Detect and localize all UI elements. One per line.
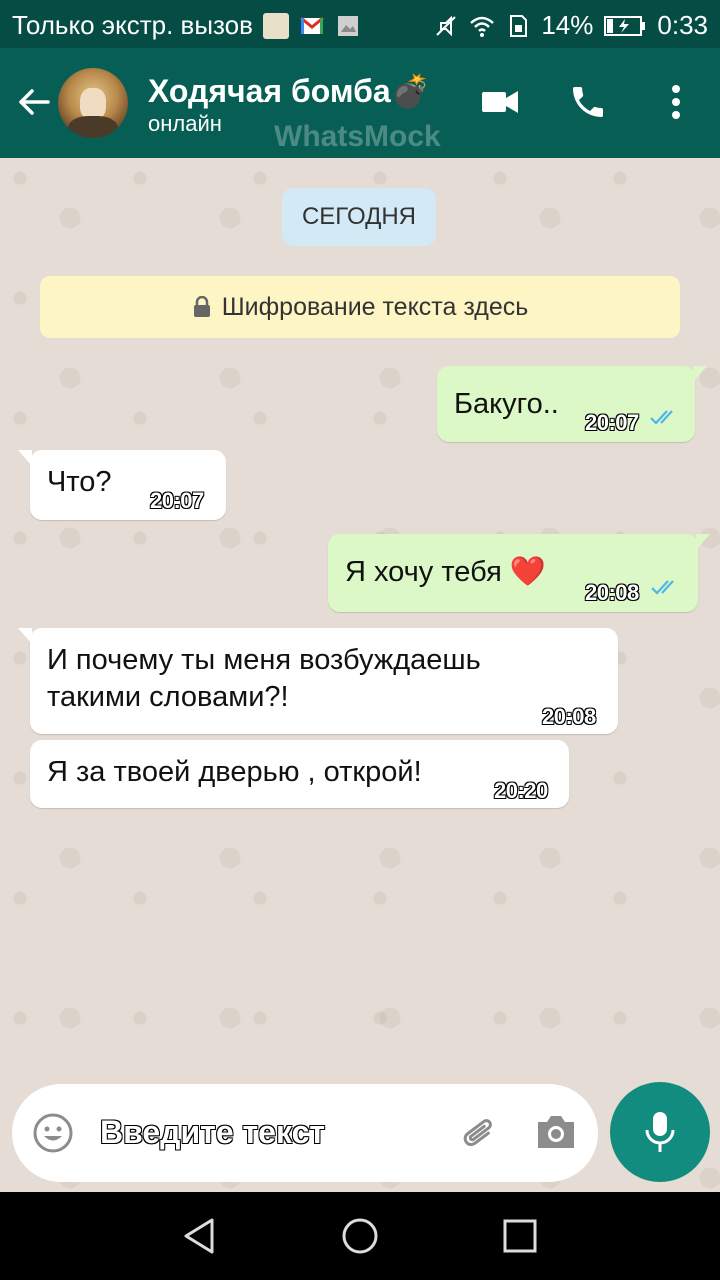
contact-status: онлайн [148, 111, 222, 136]
back-arrow-icon[interactable] [14, 82, 54, 122]
message-input-placeholder: Введите текст [100, 1114, 326, 1150]
gallery-icon [337, 15, 358, 36]
battery-percent: 14% [541, 10, 594, 40]
nav-home-icon[interactable] [340, 1216, 380, 1256]
watermark: WhatsMock [274, 120, 441, 153]
message-text: Что? [47, 466, 112, 498]
message-text: Бакуго.. [454, 388, 559, 420]
mute-icon [436, 15, 457, 36]
message-text: Я за твоей дверью , открой! [47, 756, 422, 788]
sim-icon [510, 14, 528, 37]
avatar[interactable] [58, 68, 128, 138]
attach-icon[interactable] [454, 1110, 498, 1156]
message-time: 20:08 [542, 704, 596, 729]
mic-icon [645, 1112, 675, 1152]
clock: 0:33 [657, 10, 708, 40]
encryption-text: Шифрование текста здесь [221, 292, 529, 321]
video-call-icon[interactable] [480, 84, 520, 120]
message-bubble-incoming[interactable]: Я за твоей дверью , открой! 20:20 [30, 740, 569, 808]
notification-app-icon [262, 12, 289, 39]
encryption-notice[interactable]: Шифрование текста здесь [40, 276, 680, 338]
more-vert-icon[interactable] [664, 82, 688, 122]
message-text: Я хочу тебя ❤️ [345, 556, 546, 588]
camera-icon[interactable] [534, 1112, 578, 1152]
message-time: 20:07 [150, 488, 204, 513]
system-nav-bar [0, 1192, 720, 1280]
lock-icon [193, 296, 210, 317]
nav-back-icon[interactable] [180, 1216, 220, 1256]
emoji-icon[interactable] [32, 1112, 74, 1154]
message-input[interactable]: Введите текст [12, 1084, 598, 1182]
status-bar: Только экстр. вызов 14% 0:33 [0, 0, 720, 48]
message-text-line2: такими словами?! [47, 681, 289, 713]
message-bubble-outgoing[interactable]: Я хочу тебя ❤️ 20:08 [328, 534, 710, 612]
gmail-icon [300, 16, 324, 34]
message-bubble-incoming[interactable]: И почему ты меня возбуждаешь такими слов… [18, 628, 618, 734]
phone-icon[interactable] [568, 82, 608, 122]
nav-recents-icon[interactable] [502, 1218, 538, 1254]
message-time: 20:20 [494, 778, 548, 803]
contact-name[interactable]: Ходячая бомба💣 [148, 72, 431, 110]
battery-icon [604, 15, 646, 36]
read-ticks-icon [650, 410, 673, 425]
message-time: 20:07 [585, 410, 639, 435]
date-chip: СЕГОДНЯ [282, 188, 436, 246]
message-text-line1: И почему ты меня возбуждаешь [47, 644, 481, 676]
message-bubble-outgoing[interactable]: Бакуго.. 20:07 [437, 366, 707, 442]
mic-button[interactable] [610, 1082, 710, 1182]
wifi-icon [470, 16, 495, 37]
read-ticks-icon [651, 580, 674, 595]
message-bubble-incoming[interactable]: Что? 20:07 [18, 450, 226, 520]
carrier-text: Только экстр. вызов [12, 10, 253, 40]
chat-area[interactable]: СЕГОДНЯ Шифрование текста здесь Бакуго..… [0, 158, 720, 1190]
message-time: 20:08 [585, 580, 639, 605]
chat-header: Ходячая бомба💣 онлайн WhatsMock [0, 48, 720, 158]
